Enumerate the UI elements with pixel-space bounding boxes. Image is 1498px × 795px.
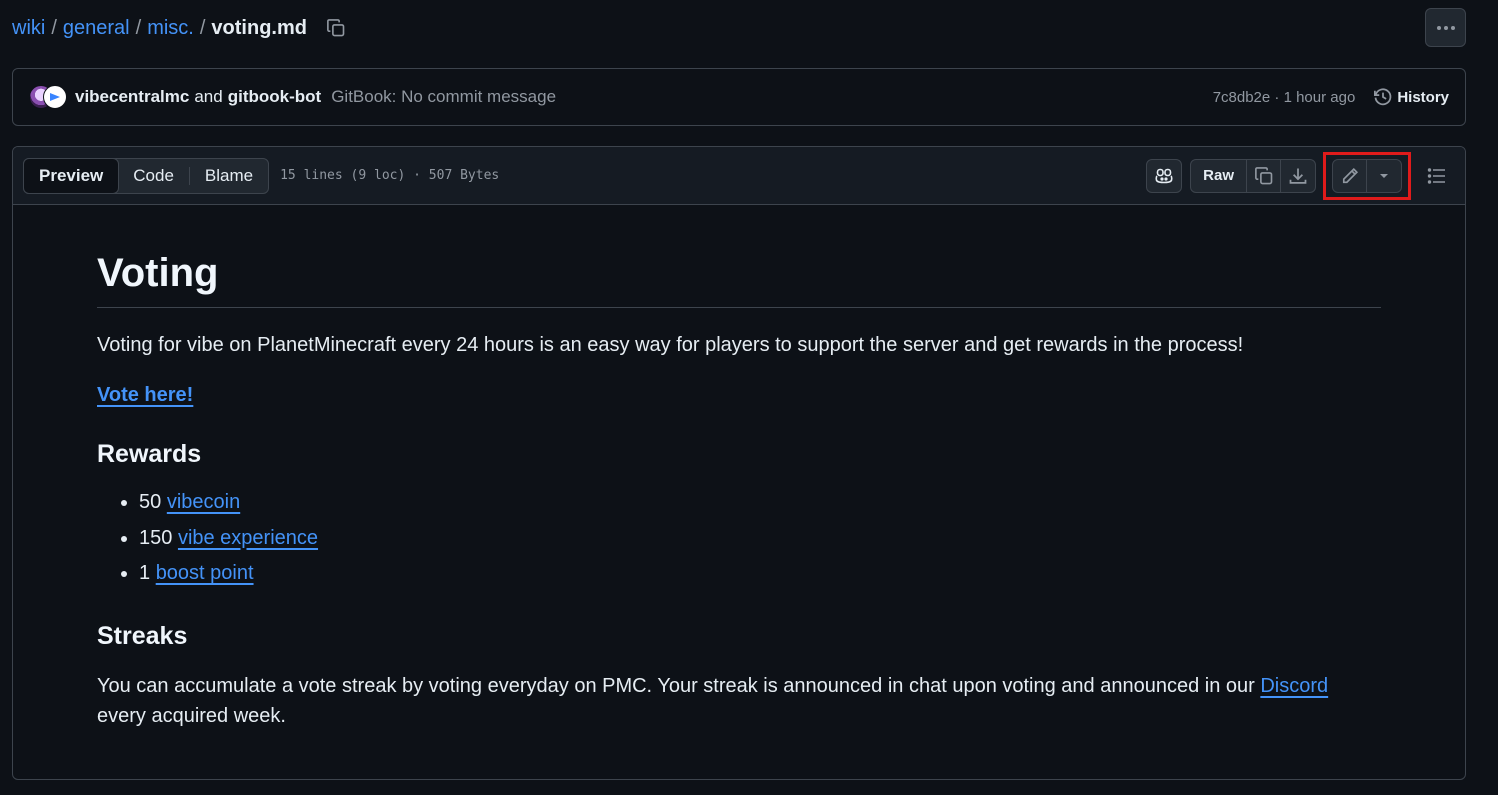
breadcrumb-current-file: voting.md [211, 16, 307, 39]
list-item: 50 vibecoin [139, 485, 1381, 521]
list-item: 1 boost point [139, 556, 1381, 592]
edit-highlight-box [1323, 151, 1411, 200]
page-title: Voting [97, 251, 1381, 308]
history-icon [1374, 88, 1392, 106]
breadcrumb-separator: / [51, 16, 57, 39]
streaks-text: You can accumulate a vote streak by voti… [97, 674, 1255, 697]
streaks-paragraph: You can accumulate a vote streak by voti… [97, 671, 1381, 731]
breadcrumb-separator: / [199, 16, 206, 39]
vibecoin-link[interactable]: vibecoin [167, 491, 240, 513]
pencil-icon [1342, 167, 1358, 183]
list-unordered-icon [1427, 167, 1445, 184]
list-item: 150 vibe experience [139, 521, 1381, 557]
tab-preview[interactable]: Preview [23, 157, 120, 194]
tab-code[interactable]: Code [118, 159, 189, 193]
reward-amount: 50 [139, 491, 162, 513]
breadcrumb-separator: / [135, 16, 142, 39]
streaks-tail: every acquired week. [97, 704, 286, 727]
commit-meta: 7c8db2e · 1 hour ago History [1213, 87, 1449, 107]
triangle-down-icon [1380, 173, 1388, 178]
file-actions: Raw [1146, 151, 1455, 200]
vote-here-link[interactable]: Vote here! [97, 384, 193, 406]
more-options-button[interactable] [1425, 8, 1466, 47]
rewards-heading: Rewards [97, 440, 202, 468]
breadcrumb-link-wiki[interactable]: wiki [12, 17, 45, 40]
commit-coauthor-link[interactable]: gitbook-bot [228, 87, 321, 107]
breadcrumb-link-general[interactable]: general [63, 17, 130, 40]
vibe-experience-link[interactable]: vibe experience [178, 527, 318, 549]
authors-conjunction: and [194, 87, 223, 106]
download-button[interactable] [1281, 160, 1315, 192]
edit-options-dropdown[interactable] [1367, 160, 1401, 192]
history-button[interactable]: History [1373, 87, 1449, 107]
file-stats: 15 lines (9 loc) · 507 Bytes [280, 168, 500, 183]
copilot-button[interactable] [1146, 158, 1183, 193]
author-avatars[interactable] [29, 85, 69, 109]
discord-link[interactable]: Discord [1260, 675, 1328, 697]
commit-message[interactable]: GitBook: No commit message [331, 87, 556, 107]
download-icon [1289, 168, 1307, 184]
file-header: Preview Code Blame 15 lines (9 loc) · 50… [13, 147, 1465, 205]
history-label: History [1397, 88, 1449, 106]
tab-blame[interactable]: Blame [190, 159, 268, 193]
reward-amount: 1 [139, 562, 151, 584]
raw-copy-download-group: Raw [1190, 158, 1316, 193]
commit-author-link[interactable]: vibecentralmc [75, 87, 189, 107]
intro-paragraph: Voting for vibe on PlanetMinecraft every… [97, 334, 1244, 356]
copy-icon [327, 19, 345, 37]
vote-paragraph: Vote here! [97, 380, 1381, 410]
copy-raw-button[interactable] [1247, 159, 1281, 192]
markdown-body: Voting Voting for vibe on PlanetMinecraf… [13, 205, 1465, 731]
view-mode-tabs: Preview Code Blame [23, 157, 270, 194]
reward-amount: 150 [139, 526, 173, 549]
breadcrumb-link-misc[interactable]: misc. [147, 17, 194, 40]
avatar[interactable] [43, 85, 67, 109]
kebab-horizontal-icon [1436, 25, 1455, 30]
edit-file-button[interactable] [1333, 159, 1367, 192]
gitbook-icon [50, 93, 60, 101]
streaks-heading: Streaks [97, 621, 188, 650]
file-viewer: Preview Code Blame 15 lines (9 loc) · 50… [12, 146, 1466, 780]
raw-button[interactable]: Raw [1191, 159, 1247, 192]
rewards-list: 50 vibecoin 150 vibe experience 1 boost … [97, 485, 1381, 592]
commit-sha-time[interactable]: 7c8db2e · 1 hour ago [1213, 89, 1356, 106]
breadcrumb: wiki / general / misc. / voting.md [12, 14, 347, 42]
edit-button-group [1332, 158, 1402, 193]
boost-point-link[interactable]: boost point [156, 562, 254, 584]
copilot-icon [1155, 168, 1173, 183]
copy-icon [1254, 166, 1272, 184]
copy-path-button[interactable] [325, 17, 347, 39]
latest-commit-bar: vibecentralmc and gitbook-bot GitBook: N… [12, 68, 1466, 126]
outline-button[interactable] [1419, 159, 1455, 193]
